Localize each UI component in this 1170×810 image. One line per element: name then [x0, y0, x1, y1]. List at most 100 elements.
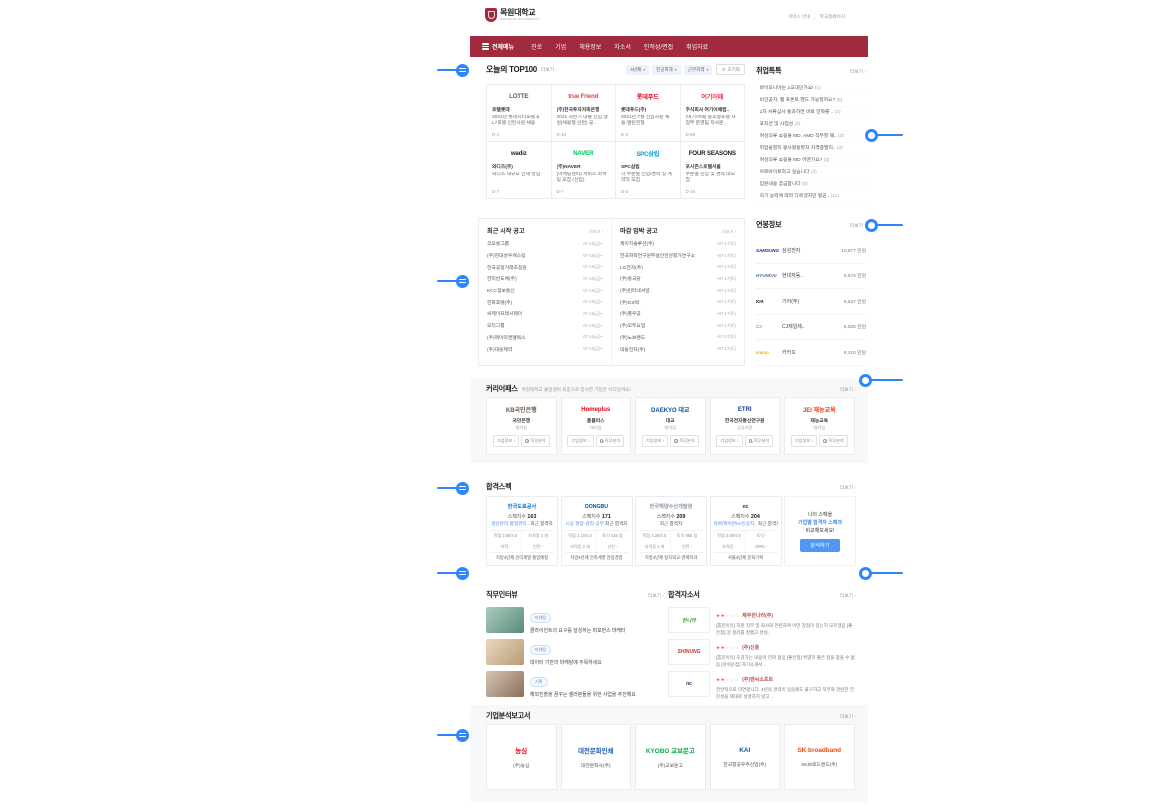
essay-row[interactable]: SHINUNG ★★☆☆☆(주)신흥 [뽑힌이유] 호감가는 내용이 전혀 없음… — [668, 636, 856, 668]
career-company-card[interactable]: KB국민은행 국민은행 대기업 기업정보 › 직무분석 — [486, 397, 557, 455]
spec-card[interactable]: nc 스펙지수 204 자바/파이썬/AI인공지.. 최근 합격자 학점 3.8… — [710, 496, 782, 566]
filter-dropdown[interactable]: 4년제▾ — [626, 65, 649, 75]
jobtalk-item[interactable]: 자기 능력에 따라 다르겠지만 평균.. (11) — [756, 191, 866, 203]
report-company-card[interactable]: KAI 한국항공우주산업(주) — [710, 724, 781, 790]
posting-row[interactable]: 한국공정거래조정원 07-16(금)~ — [487, 261, 603, 273]
nav-item[interactable]: 채용정보 — [579, 42, 601, 51]
posting-row[interactable]: 제이치솔루션(주) ~07-17(토) — [620, 238, 736, 250]
posting-row[interactable]: (주)모두요업 ~07-17(토) — [620, 320, 736, 332]
company-info-button[interactable]: 기업정보 › — [567, 435, 593, 447]
report-more-link[interactable]: 더보기 › — [840, 713, 856, 720]
deadline-more-link[interactable]: 더보기 › — [722, 229, 736, 235]
posting-row[interactable]: 한국화학연구원부설안전성평가연구소 ~07-17(토) — [620, 250, 736, 262]
jobtalk-item[interactable]: 바이오니아는 2교대인가요! (1) — [756, 83, 866, 95]
report-company-card[interactable]: SK broadband SK브로드밴드(주) — [784, 724, 855, 790]
job-posting-card[interactable]: true Friend (주)한국투자저축은행 2021 하반기 대졸 신입 행… — [552, 85, 617, 142]
job-posting-card[interactable]: 롯데푸드 롯데푸드(주) 2021년 7월 신입사원 채용-열린전형 D-2 — [616, 85, 681, 142]
job-link[interactable]: 생산관리·품질관리.. — [491, 521, 529, 526]
salary-row[interactable]: kakao 카카오 8,210 만원 — [756, 340, 866, 366]
filter-reset-button[interactable]: ↺초기화 — [716, 64, 745, 75]
report-company-card[interactable]: KYOBO 교보문고 (주)교보문고 — [635, 724, 706, 790]
salary-row[interactable]: HYUNDAI 현대자동.. 9,574 만원 — [756, 264, 866, 290]
nav-item[interactable]: 인적성/면접 — [644, 42, 673, 51]
jobtalk-item[interactable]: 비건공차, 웹 프론트 핸드 가능할까요? (5) — [756, 95, 866, 107]
filter-dropdown[interactable]: 전공학과▾ — [652, 65, 681, 75]
posting-row[interactable]: 한화호텔(주) 07-16(금)~ — [487, 296, 603, 308]
job-analysis-button[interactable]: 직무분석 — [670, 435, 699, 447]
spec-card[interactable]: 한국해양수산개발원 스펙지수 209 최근 합격자 학점 4.28/4.5토익 … — [635, 496, 707, 566]
company-info-button[interactable]: 기업정보 › — [716, 435, 742, 447]
nav-item[interactable]: 기업 — [555, 42, 566, 51]
job-link[interactable]: 자바/파이썬/AI인공지.. — [714, 521, 757, 526]
service-guide-link[interactable]: 서비스 안내 — [788, 14, 810, 20]
job-posting-card[interactable]: 여기어때 주식회사 여기어때컴.. (여기어때) 중소형호텔 사업부 운영팀 지… — [681, 85, 746, 142]
report-company-card[interactable]: 대전문화인쇄 대전문화사(주) — [561, 724, 632, 790]
posting-row[interactable]: 오티그룹 07-16(금)~ — [487, 320, 603, 332]
posting-row[interactable]: 대동전자(주) ~07-17(토) — [620, 343, 736, 355]
interview-row[interactable]: 마케팅 클라이언트의 요구를 달성하는 퍼포먼스 마케터 — [486, 604, 664, 636]
essay-row[interactable]: 한나라 ★★☆☆☆제주한나라(주) [뽑힌이유] 지원 직무 및 회사와 관련하… — [668, 604, 856, 636]
job-analysis-button[interactable]: 직무분석 — [819, 435, 848, 447]
job-posting-card[interactable]: LOTTE 호텔롯데 2021년 롯데시티호텔 & L7호텔 인턴사원 채용 D… — [487, 85, 552, 142]
posting-row[interactable]: (주)대웅제약 07-16(금)~ — [487, 343, 603, 355]
university-logo[interactable]: 목원대학교 MOKWON UNIVERSITY — [485, 8, 540, 22]
recent-more-link[interactable]: 더보기 › — [589, 229, 603, 235]
career-company-card[interactable]: DAEKYO 대교 대교 대기업 기업정보 › 직무분석 — [635, 397, 706, 455]
career-company-card[interactable]: Homeplus 홈플러스 대기업 기업정보 › 직무분석 — [561, 397, 632, 455]
spec-more-link[interactable]: 더보기 › — [840, 484, 856, 491]
job-analysis-button[interactable]: 직무분석 — [596, 435, 625, 447]
posting-row[interactable]: LG전자(주) ~07-17(토) — [620, 261, 736, 273]
company-info-button[interactable]: 기업정보 › — [791, 435, 817, 447]
report-company-card[interactable]: 농심 (주)농심 — [486, 724, 557, 790]
salary-more-link[interactable]: 더보기 › — [850, 222, 866, 229]
jobtalk-item[interactable]: 취업을할지 봉사활동할지 자격증딸지.. (2) — [756, 143, 866, 155]
interview-row[interactable]: 마케팅 데이터 기반의 마케팅에 주목하세요 — [486, 636, 664, 668]
nav-item[interactable]: 취업자료 — [686, 42, 708, 51]
posting-row[interactable]: (주)린터내셔널 ~07-17(토) — [620, 285, 736, 297]
spec-card[interactable]: 한국도로공사 스펙지수 163 생산관리·품질관리.. 최근 합격자 학점 2.… — [486, 496, 558, 566]
career-company-card[interactable]: ETRI 한국전자통신연구원 공공기관 기업정보 › 직무분석 — [710, 397, 781, 455]
jobtalk-item[interactable]: 여성의류 쇼핑몰 MD 어떤가요? (3) — [756, 155, 866, 167]
posting-row[interactable]: 코오롱그룹 07-16(금)~ — [487, 238, 603, 250]
analyze-button[interactable]: 분석하기 — [800, 539, 839, 552]
jobtalk-item[interactable]: 1차 서류심사 통과하면 바로 전화를 .. (2) — [756, 107, 866, 119]
salary-row[interactable]: SAMSUNG 삼성전자 10,877 만원 — [756, 238, 866, 264]
job-posting-card[interactable]: NAVER (주)NAVER (마케팅센터) 서비스 마케팅 모집 (신입) D… — [552, 142, 617, 199]
posting-row[interactable]: (주)흥국당 ~07-17(토) — [620, 273, 736, 285]
company-info-button[interactable]: 기업정보 › — [493, 435, 519, 447]
top100-more-link[interactable]: 더보기 › — [541, 66, 557, 73]
interview-more-link[interactable]: 더보기 › — [648, 592, 664, 599]
essay-more-link[interactable]: 더보기 › — [840, 592, 856, 599]
jobtalk-item[interactable]: 아르바이트하고 싶습니다 (3) — [756, 167, 866, 179]
career-company-card[interactable]: JEI 재능교육 재능교육 대기업 기업정보 › 직무분석 — [784, 397, 855, 455]
interview-row[interactable]: 기획 해외진출을 꿈꾸는 셀러분들을 위한 사업을 추진해요 — [486, 668, 664, 700]
jobtalk-item[interactable]: 입문내용 궁금합니다 (6) — [756, 179, 866, 191]
nav-item[interactable]: 자소서 — [614, 42, 631, 51]
career-more-link[interactable]: 더보기 › — [840, 386, 856, 393]
job-posting-card[interactable]: FOUR SEASONS 포시즌스호텔서울 부문별 신입 및 경력 대모집 D-… — [681, 142, 746, 199]
posting-row[interactable]: (주)풍우공 ~07-17(토) — [620, 308, 736, 320]
filter-dropdown[interactable]: 근무지역▾ — [684, 65, 713, 75]
job-posting-card[interactable]: wadiz 와디즈(주) 와디즈 대규모 인재 영입 D-7 — [487, 142, 552, 199]
job-posting-card[interactable]: SPC삼립 SPC삼립 각 부문별 신입/경력 및 계약직 모집 D-3 — [616, 142, 681, 199]
nav-item[interactable]: 진로 — [531, 42, 542, 51]
posting-row[interactable]: 한미반도체(주) 07-16(금)~ — [487, 273, 603, 285]
job-analysis-button[interactable]: 직무분석 — [745, 435, 774, 447]
job-analysis-button[interactable]: 직무분석 — [521, 435, 550, 447]
salary-row[interactable]: CJ CJ제일제.. 5,525 만원 — [756, 315, 866, 341]
company-info-button[interactable]: 기업정보 › — [642, 435, 668, 447]
jobtalk-item[interactable]: 여성의류 쇼핑몰 MD, AMD 직무할 때.. (3) — [756, 131, 866, 143]
all-menu-button[interactable]: 전체메뉴 — [482, 42, 514, 51]
posting-row[interactable]: KCC정보통신 07-16(금)~ — [487, 285, 603, 297]
jobtalk-item[interactable]: 포지션 및 사업성 (2) — [756, 119, 866, 131]
school-homepage-link[interactable]: 학교홈페이지 — [820, 14, 845, 20]
salary-row[interactable]: KIA 기아(주) 8,627 만원 — [756, 289, 866, 315]
spec-card[interactable]: DONGBU 스펙지수 171 시공·현장·감리·공무 최근 합격자 학점 3.… — [561, 496, 633, 566]
posting-row[interactable]: (주)현대성우캐스팅 07-16(금)~ — [487, 250, 603, 262]
posting-row[interactable]: (주)GS텍 ~07-17(토) — [620, 296, 736, 308]
posting-row[interactable]: (주)제이미앤앨렉스 07-16(금)~ — [487, 332, 603, 344]
job-link[interactable]: 시공·현장·감리·공무 — [565, 521, 603, 526]
jobtalk-more-link[interactable]: 더보기 › — [850, 68, 866, 75]
posting-row[interactable]: 씨제이프레시웨이 07-16(금)~ — [487, 308, 603, 320]
posting-row[interactable]: (주)노브랜드 ~07-17(토) — [620, 332, 736, 344]
